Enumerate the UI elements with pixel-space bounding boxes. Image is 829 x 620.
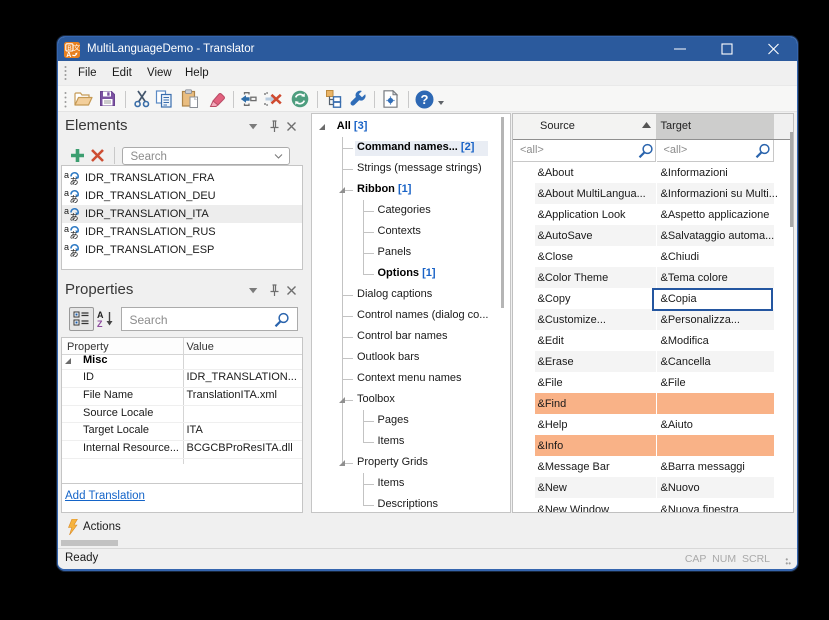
svg-text:A: A [66, 51, 71, 57]
svg-text:?: ? [421, 92, 429, 107]
svg-text:あ: あ [70, 213, 79, 223]
svg-text:Z: Z [97, 319, 103, 328]
svg-text:a: a [64, 188, 69, 198]
svg-text:a: a [64, 242, 69, 252]
svg-text:あ: あ [70, 231, 79, 241]
svg-text:a: a [64, 170, 69, 180]
svg-text:あ: あ [70, 195, 79, 205]
svg-text:a: a [64, 206, 69, 216]
svg-text:文: 文 [73, 43, 80, 52]
svg-text:あ: あ [70, 177, 79, 187]
svg-text:あ: あ [70, 249, 79, 259]
svg-text:a: a [64, 224, 69, 234]
